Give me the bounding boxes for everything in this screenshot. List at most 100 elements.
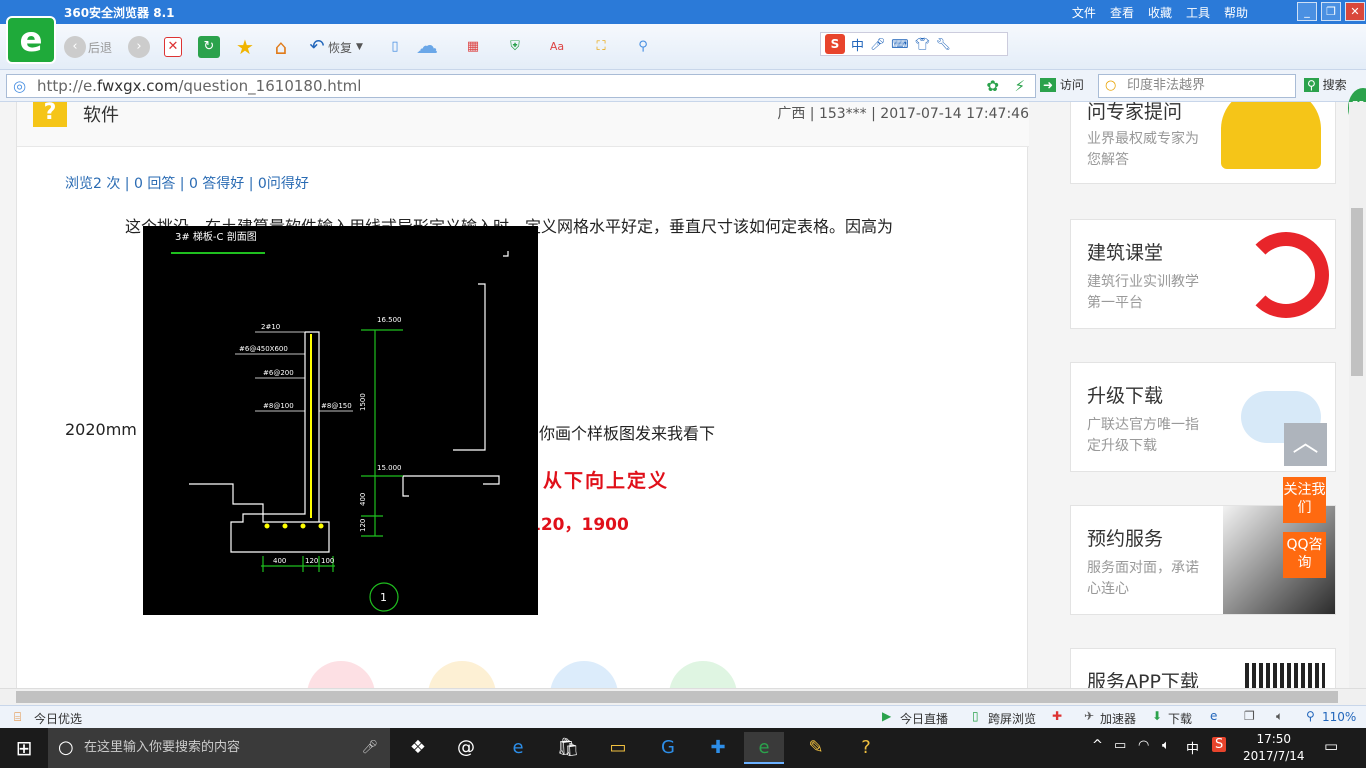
stop-button[interactable]: ✕ [164,34,182,60]
globe-icon: ◎ [13,77,27,95]
horizontal-scrollbar[interactable] [0,688,1366,705]
folder-icon[interactable]: ▭ [598,732,638,764]
question-stats[interactable]: 浏览2 次 | 0 回答 | 0 答得好 | 0问得好 [65,173,309,193]
menu-file[interactable]: 文件 [1072,4,1096,21]
home-icon: ⌂ [274,35,288,59]
phone-icon: ▯ [391,39,399,54]
refresh-button[interactable]: ↻ [198,34,220,60]
home-button[interactable]: ⌂ [270,34,292,60]
ime-toolbar[interactable]: S 中 🎤︎ ⌨ 👕︎ 🔧︎ [820,32,1008,56]
compat-icon[interactable]: ✿ [986,75,999,97]
course-logo-icon [1243,232,1329,318]
speed-mode-icon[interactable]: ⚡ [1014,75,1025,97]
today-live-link[interactable]: 今日直播 [900,710,948,727]
back-arrow-icon: ‹ [64,36,86,58]
horizontal-scroll-thumb[interactable] [16,691,1338,703]
store-icon[interactable]: 🛍︎ [548,732,588,764]
download-link[interactable]: 下载 [1168,710,1192,727]
accelerator-link[interactable]: 加速器 [1100,710,1136,727]
menu-view[interactable]: 查看 [1110,4,1134,21]
cross-screen-link[interactable]: 跨屏浏览 [988,710,1036,727]
cad-label-8-100: #8@100 [263,402,294,410]
browser-360-taskbar-icon[interactable]: e [744,732,784,764]
forward-arrow-icon: › [128,36,150,58]
wechat-circle-button[interactable] [669,661,737,688]
taskbar-clock[interactable]: 17:50 2017/7/14 [1243,731,1305,765]
zoom-level[interactable]: 110% [1322,710,1356,724]
search-input[interactable]: ○ 印度非法越界 [1098,74,1296,98]
sidebar-card-app[interactable]: 服务APP下载 [1070,648,1336,688]
back-to-top-button[interactable]: ︿ [1284,423,1327,466]
taskbar-search-box[interactable]: ○ 在这里输入你要搜索的内容 🎤︎ [48,728,390,768]
cad-label-6-200: #6@200 [263,369,294,377]
menu-favorites[interactable]: 收藏 [1148,4,1172,21]
qq-consult-button[interactable]: QQ咨询 [1283,532,1326,578]
go-button[interactable]: ➜ 访问 [1040,76,1084,93]
cad-label-1500: 1500 [359,393,367,411]
cad-label-6-450: #6@450X600 [239,345,288,353]
cad-title: 3# 梯板-C 剖面图 [175,230,257,243]
ime-chinese-label: 中 [851,38,865,54]
app-swirl-icon[interactable]: @ [446,732,486,764]
tray-battery-icon[interactable]: ▭ [1114,738,1126,753]
question-meta: 广西 | 153*** | 2017-07-14 17:47:46 [777,106,1029,122]
tray-volume-icon[interactable]: 🔈︎ [1162,738,1170,753]
sidebar-card-desc: 广联达官方唯一指定升级下载 [1087,417,1199,454]
vertical-scrollbar[interactable] [1349,102,1366,688]
screenshot-button[interactable]: ⛶ [590,34,612,60]
sidebar-card-course[interactable]: 建筑课堂 建筑行业实训教学第一平台 [1070,219,1336,329]
tray-chevron-icon[interactable]: ^ [1092,738,1103,753]
ie-icon[interactable]: e [1210,709,1217,723]
favorite-circle-button[interactable] [428,661,496,688]
app-g-icon[interactable]: G [648,732,688,764]
today-picks-link[interactable]: 今日优选 [34,710,82,727]
security-button[interactable]: ⛨ [504,34,526,60]
cortana-icon: ○ [58,737,74,758]
gift-icon: ⌸ [14,710,22,724]
cloud-icon: ☁ [416,34,438,59]
taskview-icon[interactable]: ❖ [398,732,438,764]
mobile-button[interactable]: ▯ [384,34,406,60]
restore-label: 恢复 [328,40,353,55]
menu-help[interactable]: 帮助 [1224,4,1248,21]
close-window-button[interactable]: ✕ [1345,2,1365,21]
edge-icon[interactable]: e [498,732,538,764]
vertical-scroll-thumb[interactable] [1351,208,1363,376]
taskbar-search-placeholder: 在这里输入你要搜索的内容 [84,740,241,755]
action-center-icon[interactable]: ▭ [1324,737,1338,755]
link-circle-button[interactable] [550,661,618,688]
volume-icon[interactable]: 🔈︎ [1276,709,1283,724]
translate-button[interactable]: Aa [546,34,568,60]
menu-tools[interactable]: 工具 [1186,4,1210,21]
restore-button[interactable]: ↶ 恢复 ▼ [306,34,362,60]
favorite-button[interactable]: ★ [234,34,256,60]
forward-button[interactable]: › [128,34,150,60]
window-icon[interactable]: ❐ [1244,709,1255,723]
notes-icon[interactable]: ✎ [796,732,836,764]
share-circle-button[interactable] [307,661,375,688]
follow-us-button[interactable]: 关注我们 [1283,477,1326,523]
back-button[interactable]: ‹ 后退 [64,34,112,60]
cad-detail-number: 1 [380,591,387,604]
status-bar: ⌸ 今日优选 ▶ 今日直播 ▯ 跨屏浏览 ✚ ✈ 加速器 ⬇ 下载 e ❐ 🔈︎… [0,705,1366,728]
sogou-icon: S [825,34,845,54]
question-body-line2-start: 2020mm [65,420,137,439]
maximize-button[interactable]: ❐ [1321,2,1341,21]
apps-button[interactable]: ▦ [462,34,484,60]
sidebar-card-title: 问专家提问 [1087,102,1183,123]
microphone-icon[interactable]: 🎤︎ [361,728,378,768]
url-input[interactable]: ◎ http://e.fwxgx.com/question_1610180.htm… [6,74,1036,98]
windows-start-icon[interactable]: ⊞ [4,732,44,764]
tray-wifi-icon[interactable]: ◠ [1138,738,1149,753]
help-app-icon[interactable]: ? [846,732,886,764]
cad-label-bottom-100: 100 [321,557,334,565]
minimize-button[interactable]: _ [1297,2,1317,21]
app-plus-icon[interactable]: ✚ [698,732,738,764]
search-button[interactable]: ⚲ 搜索 [1304,76,1347,93]
tray-sogou-icon[interactable]: S [1212,737,1227,752]
download-icon: ⬇ [1152,709,1163,723]
cloud-button[interactable]: ☁ [416,34,438,60]
sidebar-card-expert[interactable]: 问专家提问 业界最权威专家为您解答 [1070,102,1336,184]
find-button[interactable]: ⚲ [632,34,654,60]
tray-ime-label[interactable]: 中 [1186,738,1199,757]
